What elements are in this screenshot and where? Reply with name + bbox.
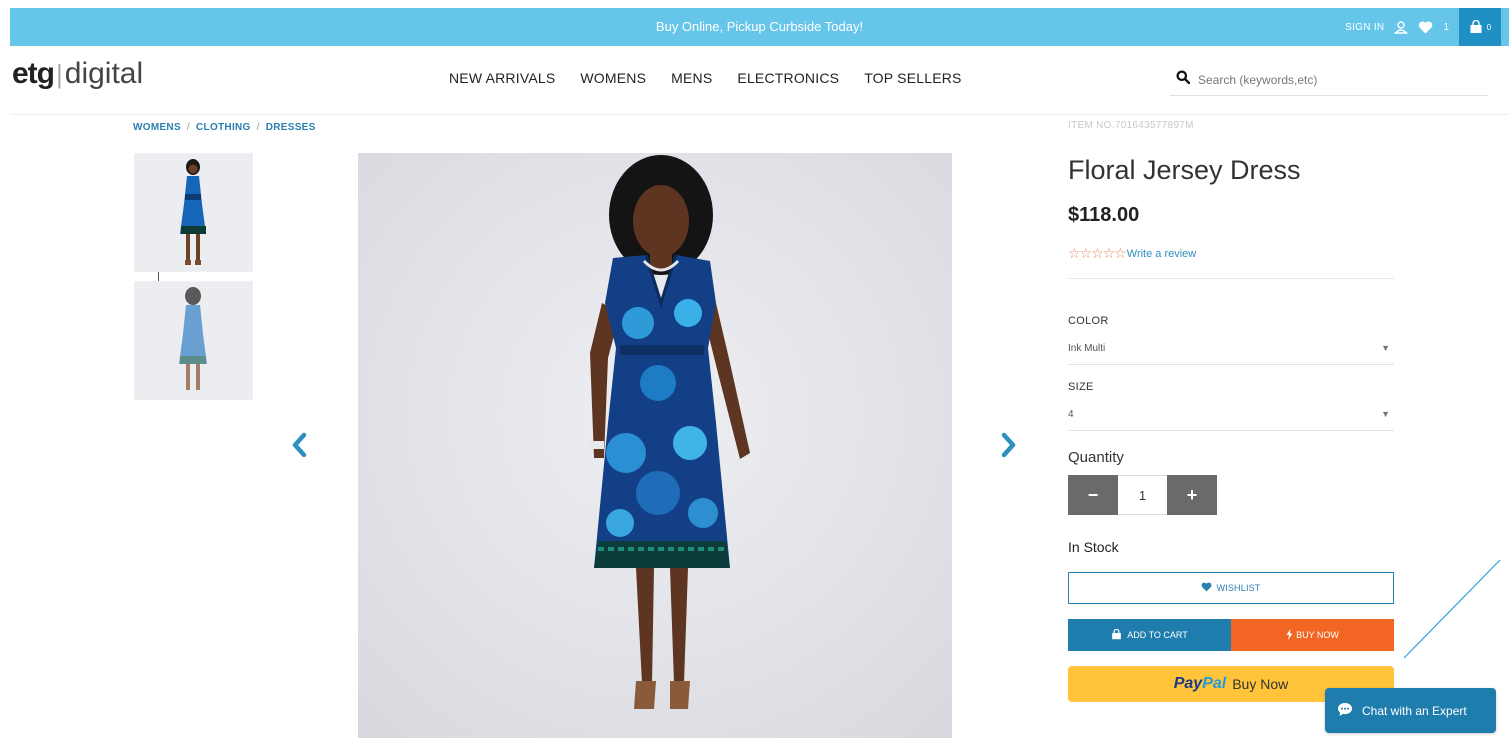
main-nav: NEW ARRIVALS WOMENS MENS ELECTRONICS TOP… xyxy=(449,70,962,86)
nav-new-arrivals[interactable]: NEW ARRIVALS xyxy=(449,70,555,86)
buy-now-button[interactable]: BUY NOW xyxy=(1231,619,1394,651)
bag-icon xyxy=(1111,628,1122,642)
cart-count: 0 xyxy=(1486,22,1492,32)
heart-icon[interactable] xyxy=(1418,21,1433,34)
chevron-right-icon[interactable] xyxy=(1000,430,1018,464)
sign-in-link[interactable]: SIGN IN xyxy=(1345,22,1384,33)
breadcrumb-dresses[interactable]: DRESSES xyxy=(266,122,316,133)
wishlist-button[interactable]: WISHLIST xyxy=(1068,572,1394,604)
search-input[interactable] xyxy=(1198,72,1468,87)
add-to-cart-label: ADD TO CART xyxy=(1127,630,1188,640)
product-title: Floral Jersey Dress xyxy=(1068,155,1301,185)
size-value: 4 xyxy=(1068,409,1074,420)
account-tools: SIGN IN 1 0 xyxy=(1345,8,1501,46)
chat-with-expert-button[interactable]: Chat with an Expert xyxy=(1325,688,1496,733)
nav-electronics[interactable]: ELECTRONICS xyxy=(737,70,839,86)
nav-top-sellers[interactable]: TOP SELLERS xyxy=(864,70,961,86)
product-price: $118.00 xyxy=(1068,204,1140,226)
quantity-increase-button[interactable]: + xyxy=(1167,475,1217,515)
promo-bar: Buy Online, Pickup Curbside Today! SIGN … xyxy=(10,8,1509,46)
chat-bubble-icon xyxy=(1337,702,1353,720)
paypal-logo: PayPal xyxy=(1173,675,1227,692)
rating-row: ☆☆☆☆☆ Write a review xyxy=(1068,245,1394,262)
bag-icon xyxy=(1469,20,1483,34)
wishlist-label: WISHLIST xyxy=(1216,583,1261,593)
user-icon[interactable] xyxy=(1394,20,1409,34)
product-main-image xyxy=(358,153,952,738)
size-label: SIZE xyxy=(1068,381,1094,393)
nav-womens[interactable]: WOMENS xyxy=(580,70,646,86)
search-box xyxy=(1170,64,1488,96)
quantity-stepper: − 1 + xyxy=(1068,475,1394,515)
product-info: ITEM NO.701643577897M Floral Jersey Dres… xyxy=(1068,120,1394,702)
paypal-buy-now-label: Buy Now xyxy=(1232,676,1289,692)
product-thumbnail-back[interactable] xyxy=(134,281,253,400)
wishlist-count: 1 xyxy=(1443,21,1449,33)
nav-mens[interactable]: MENS xyxy=(671,70,712,86)
search-icon[interactable] xyxy=(1176,70,1191,89)
logo-etg: etg xyxy=(12,57,55,90)
item-number: ITEM NO.701643577897M xyxy=(1068,120,1194,131)
quantity-label: Quantity xyxy=(1068,449,1124,466)
quantity-decrease-button[interactable]: − xyxy=(1068,475,1118,515)
color-value: Ink Multi xyxy=(1068,343,1106,354)
add-to-cart-button[interactable]: ADD TO CART xyxy=(1068,619,1231,651)
heart-icon xyxy=(1201,582,1212,594)
star-rating[interactable]: ☆☆☆☆☆ xyxy=(1068,245,1127,262)
buy-now-label: BUY NOW xyxy=(1296,630,1339,640)
color-select[interactable]: Ink Multi ▼ xyxy=(1068,343,1394,365)
breadcrumb-womens[interactable]: WOMENS xyxy=(133,122,181,133)
cart-button[interactable]: 0 xyxy=(1459,8,1501,46)
product-thumbnail-front[interactable] xyxy=(134,153,253,272)
breadcrumb: WOMENS / CLOTHING / DRESSES xyxy=(133,122,316,133)
purchase-buttons: ADD TO CART BUY NOW xyxy=(1068,619,1394,651)
info-divider xyxy=(1068,278,1394,279)
color-label: COLOR xyxy=(1068,315,1109,327)
size-select[interactable]: 4 ▼ xyxy=(1068,409,1394,431)
chevron-left-icon[interactable] xyxy=(290,430,308,464)
bolt-icon xyxy=(1286,628,1293,642)
breadcrumb-clothing[interactable]: CLOTHING xyxy=(196,122,251,133)
site-logo[interactable]: etg|digital xyxy=(12,58,143,90)
promo-text: Buy Online, Pickup Curbside Today! xyxy=(655,19,864,34)
chat-label: Chat with an Expert xyxy=(1362,703,1467,718)
logo-digital: digital xyxy=(64,57,144,90)
header-divider xyxy=(10,114,1509,115)
quantity-input[interactable]: 1 xyxy=(1118,475,1167,515)
caret-down-icon: ▼ xyxy=(1381,409,1390,419)
stock-status: In Stock xyxy=(1068,539,1119,555)
write-review-link[interactable]: Write a review xyxy=(1127,248,1196,260)
caret-down-icon: ▼ xyxy=(1381,343,1390,353)
